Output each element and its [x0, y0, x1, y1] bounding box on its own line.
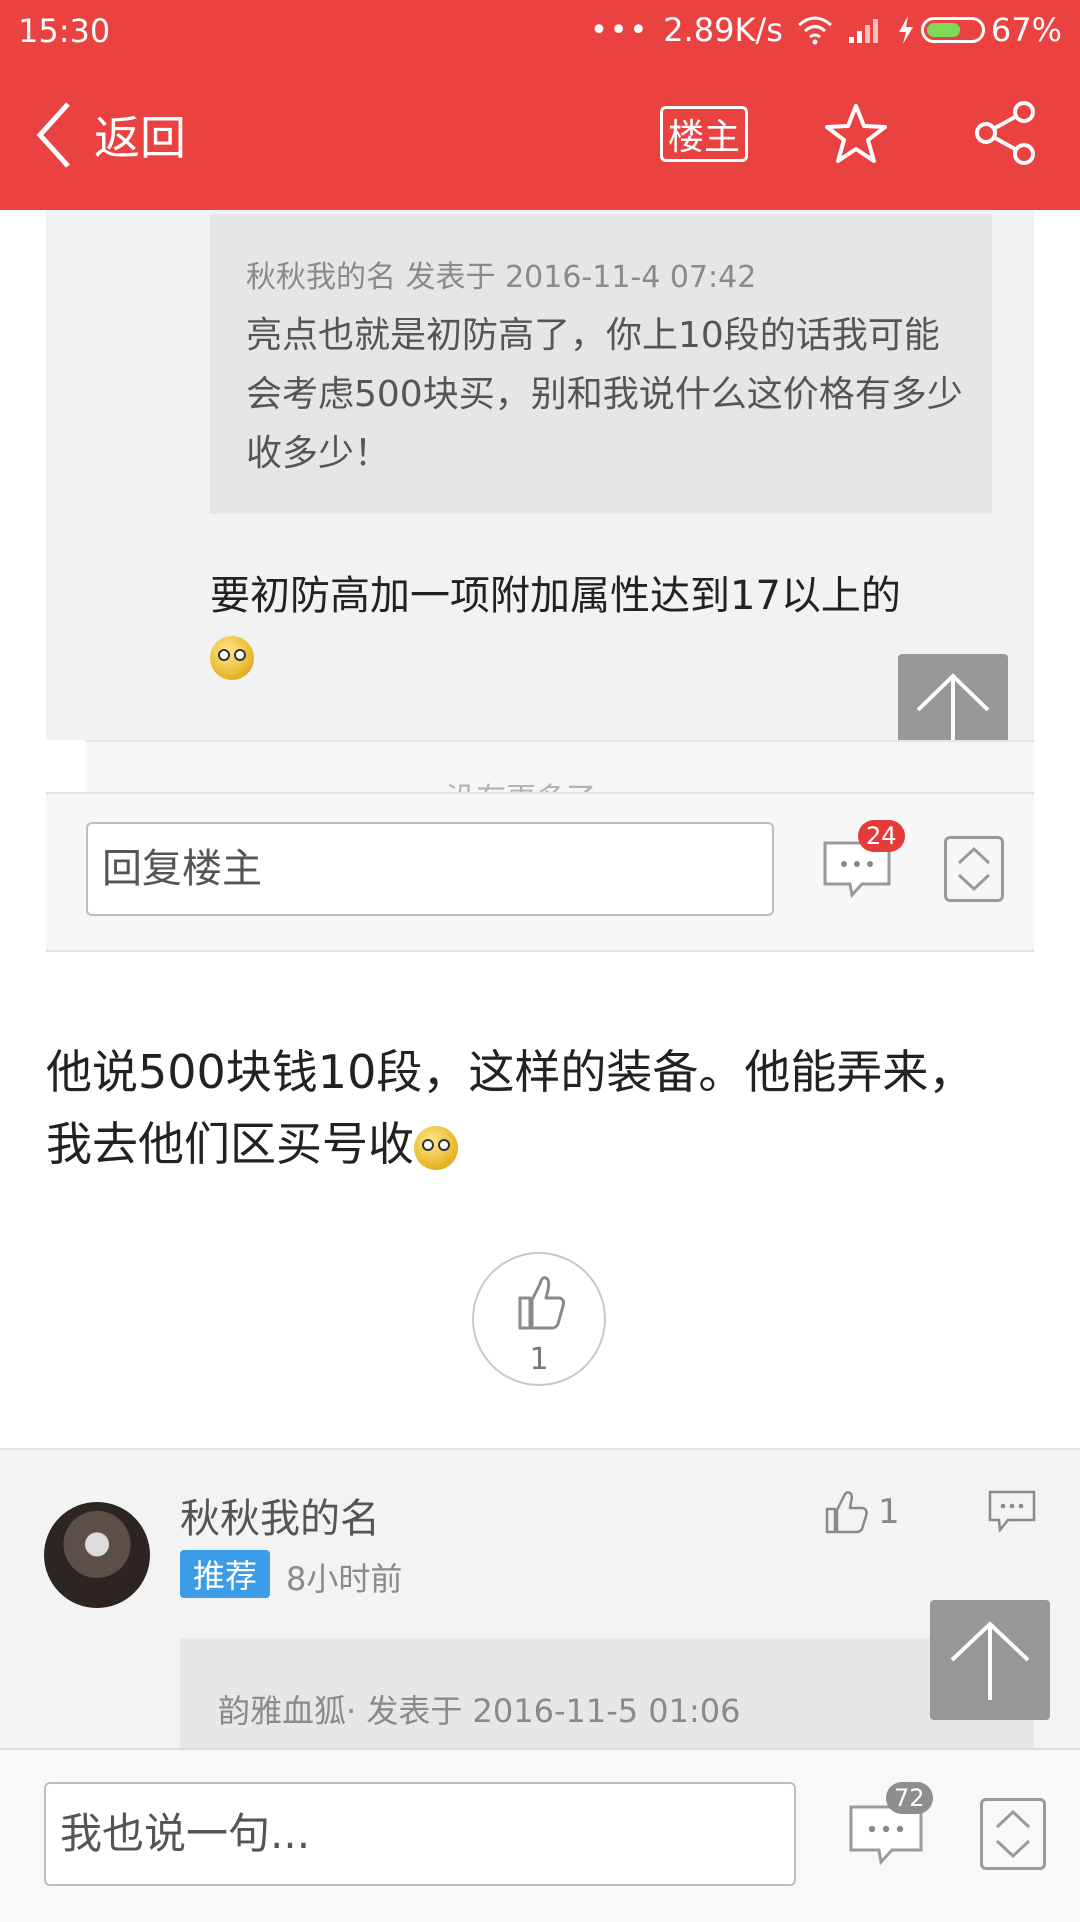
comment-author[interactable]: 秋秋我的名: [180, 1486, 380, 1544]
thumbs-up-icon: [825, 1491, 868, 1534]
network-speed: 2.89K/s: [663, 11, 783, 49]
like-count: 1: [529, 1342, 549, 1377]
battery-indicator: 67%: [897, 11, 1062, 49]
sub-reply: 要初防高加一项附加属性达到17以上的: [210, 566, 1010, 686]
comment-input[interactable]: 我也说一句...: [44, 1782, 796, 1886]
shocked-emoji-icon: [210, 636, 254, 680]
like-button[interactable]: 1: [472, 1252, 606, 1386]
comment-time: 8小时前: [286, 1560, 403, 1598]
more-dots-icon: •••: [590, 12, 650, 48]
sub-reply-text: 要初防高加一项附加属性达到17以上的: [210, 573, 901, 619]
status-indicators: ••• 2.89K/s 67%: [590, 10, 1062, 50]
chevron-left-icon: [36, 102, 70, 168]
recommend-badge: 推荐: [180, 1550, 270, 1598]
charging-icon: [898, 16, 913, 44]
post-text: 他说500块钱10段，这样的装备。他能弄来，我去他们区买号收: [46, 1045, 975, 1171]
no-more-strip: 没有更多了: [86, 740, 1034, 794]
chevron-updown-icon: [957, 846, 991, 892]
status-time: 15:30: [18, 12, 111, 50]
reply-owner-input[interactable]: 回复楼主: [86, 822, 774, 916]
comment-quote-meta: 韵雅血狐· 发表于 2016-11-5 01:06: [218, 1692, 741, 1730]
no-more-text: 没有更多了: [446, 774, 596, 794]
share-icon[interactable]: [972, 100, 1038, 166]
page-jump-button-2[interactable]: [980, 1798, 1046, 1870]
total-comment-count-badge: 72: [886, 1782, 933, 1814]
post-body: 他说500块钱10段，这样的装备。他能弄来，我去他们区买号收: [46, 1036, 1006, 1180]
nav-bar: 返回 楼主: [0, 60, 1080, 210]
shocked-emoji-icon: [414, 1125, 458, 1170]
back-button[interactable]: 返回: [34, 100, 186, 170]
battery-icon: [920, 17, 985, 43]
comment-like-count: 1: [878, 1492, 900, 1532]
reply-comment-icon[interactable]: [988, 1490, 1036, 1532]
quote-text: 亮点也就是初防高了，你上10段的话我可能会考虑500块买，别和我说什么这价格有多…: [246, 315, 963, 474]
wifi-icon: [797, 16, 832, 45]
owner-only-button[interactable]: 楼主: [660, 106, 748, 162]
thumbs-up-icon: [518, 1276, 566, 1330]
page-jump-button[interactable]: [944, 836, 1004, 902]
status-bar: 15:30 ••• 2.89K/s 67%: [0, 0, 1080, 60]
comment-like-button[interactable]: 1: [824, 1486, 900, 1538]
comment-count-badge: 24: [858, 820, 905, 852]
star-icon[interactable]: [824, 102, 888, 166]
quote-meta: 秋秋我的名 发表于 2016-11-4 07:42: [246, 260, 757, 295]
battery-percent: 67%: [990, 11, 1062, 49]
scroll-to-top-button-2[interactable]: [930, 1600, 1050, 1720]
arrow-up-icon: [950, 1621, 1030, 1700]
chevron-updown-icon: [995, 1809, 1031, 1859]
back-label: 返回: [94, 111, 186, 165]
avatar[interactable]: [44, 1502, 150, 1608]
signal-icon: [848, 19, 878, 43]
